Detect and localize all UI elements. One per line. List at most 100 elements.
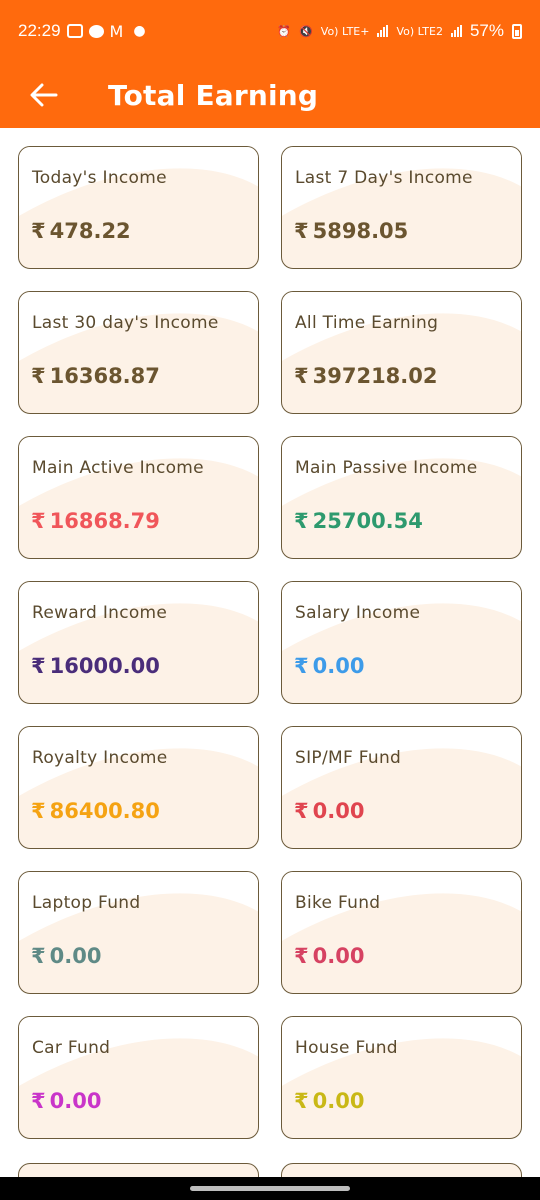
card-wave-decoration: [282, 147, 521, 216]
income-card-value: ₹0.00: [31, 944, 101, 968]
rupee-icon: ₹: [294, 799, 309, 823]
income-amount: 86400.80: [49, 799, 160, 823]
network-2-label: Vo) LTE2: [396, 24, 443, 38]
income-card-value: ₹25700.54: [294, 509, 423, 533]
rupee-icon: ₹: [31, 799, 46, 823]
battery-icon: [512, 23, 522, 39]
income-card[interactable]: Salary Income ₹0.00: [281, 581, 522, 704]
income-card[interactable]: Main Active Income ₹16868.79: [18, 436, 259, 559]
income-card-value: ₹397218.02: [294, 364, 438, 388]
rupee-icon: ₹: [294, 944, 309, 968]
rupee-icon: ₹: [294, 219, 309, 243]
rupee-icon: ₹: [31, 509, 46, 533]
battery-percent: 57%: [469, 21, 504, 40]
network-1-label: Vo) LTE+: [320, 24, 370, 38]
income-card[interactable]: Laptop Fund ₹0.00: [18, 871, 259, 994]
income-card-label: House Fund: [295, 1038, 398, 1058]
status-time: 22:29: [18, 21, 61, 40]
system-nav-bar: [0, 1177, 540, 1200]
card-wave-decoration: [282, 437, 521, 506]
income-card-label: All Time Earning: [295, 313, 439, 333]
income-amount: 5898.05: [312, 219, 409, 243]
income-card[interactable]: Today's Income ₹478.22: [18, 146, 259, 269]
income-card[interactable]: Royalty Income ₹86400.80: [18, 726, 259, 849]
income-card-label: Reward Income: [32, 603, 168, 623]
income-amount: 25700.54: [312, 509, 423, 533]
chat-notification-icon: [88, 24, 104, 38]
income-card[interactable]: Reward Income ₹16000.00: [18, 581, 259, 704]
mute-icon: 🔇: [299, 24, 313, 38]
income-card-value: ₹16868.79: [31, 509, 160, 533]
income-card-value: ₹0.00: [294, 944, 364, 968]
gmail-notification-icon: M: [109, 21, 124, 41]
income-amount: 0.00: [312, 944, 365, 968]
card-wave-decoration: [19, 582, 258, 651]
income-card[interactable]: Main Passive Income ₹25700.54: [281, 436, 522, 559]
income-card-label: Today's Income: [32, 168, 167, 188]
income-card-label: Laptop Fund: [32, 893, 141, 913]
rupee-icon: ₹: [294, 654, 309, 678]
status-bar: 22:29 M ● ⏰ 🔇 Vo) LTE+ Vo) LTE2 57%: [0, 0, 540, 62]
income-card-label: Bike Fund: [295, 893, 381, 913]
rupee-icon: ₹: [294, 509, 309, 533]
income-card-value: ₹5898.05: [294, 219, 408, 243]
income-card[interactable]: House Fund ₹0.00: [281, 1016, 522, 1139]
rupee-icon: ₹: [31, 944, 46, 968]
income-card-label: Last 7 Day's Income: [295, 168, 473, 188]
card-wave-decoration: [19, 147, 258, 216]
income-card-label: Last 30 day's Income: [32, 313, 219, 333]
card-wave-decoration: [282, 582, 521, 651]
income-card[interactable]: Last 7 Day's Income ₹5898.05: [281, 146, 522, 269]
income-amount: 16368.87: [49, 364, 160, 388]
home-gesture-handle[interactable]: [190, 1186, 350, 1191]
income-card-label: Royalty Income: [32, 748, 168, 768]
card-wave-decoration: [19, 437, 258, 506]
income-amount: 0.00: [312, 799, 365, 823]
gallery-notification-icon: [66, 24, 83, 38]
income-card-grid: Today's Income ₹478.22 Last 7 Day's Income…: [18, 146, 522, 1139]
back-button[interactable]: [14, 65, 74, 125]
income-card[interactable]: SIP/MF Fund ₹0.00: [281, 726, 522, 849]
income-card[interactable]: All Time Earning ₹397218.02: [281, 291, 522, 414]
income-card-value: ₹0.00: [294, 654, 364, 678]
income-amount: 0.00: [312, 654, 365, 678]
card-wave-decoration: [19, 872, 258, 941]
rupee-icon: ₹: [294, 1089, 309, 1113]
income-amount: 397218.02: [312, 364, 438, 388]
signal-2-icon: [450, 25, 462, 37]
income-card-value: ₹0.00: [294, 1089, 364, 1113]
signal-1-icon: [377, 25, 389, 37]
app-bar: Total Earning: [0, 62, 540, 128]
income-amount: 478.22: [49, 219, 131, 243]
income-card-label: Salary Income: [295, 603, 421, 623]
card-wave-decoration: [19, 727, 258, 796]
card-wave-decoration: [282, 727, 521, 796]
page-title: Total Earning: [108, 78, 319, 112]
rupee-icon: ₹: [31, 1089, 46, 1113]
income-card-label: Main Active Income: [32, 458, 204, 478]
income-card-value: ₹478.22: [31, 219, 131, 243]
income-card[interactable]: Last 30 day's Income ₹16368.87: [18, 291, 259, 414]
income-card-value: ₹86400.80: [31, 799, 160, 823]
income-card[interactable]: Bike Fund ₹0.00: [281, 871, 522, 994]
arrow-left-icon: [30, 83, 58, 107]
more-notifications-dot-icon: ●: [133, 23, 146, 39]
rupee-icon: ₹: [294, 364, 309, 388]
card-wave-decoration: [19, 292, 258, 361]
income-amount: 16868.79: [49, 509, 160, 533]
rupee-icon: ₹: [31, 364, 46, 388]
income-card-value: ₹0.00: [294, 799, 364, 823]
income-amount: 0.00: [49, 944, 102, 968]
rupee-icon: ₹: [31, 654, 46, 678]
card-wave-decoration: [19, 1017, 258, 1086]
rupee-icon: ₹: [31, 219, 46, 243]
income-card-label: Main Passive Income: [295, 458, 478, 478]
income-card[interactable]: Car Fund ₹0.00: [18, 1016, 259, 1139]
card-wave-decoration: [282, 292, 521, 361]
income-card-value: ₹0.00: [31, 1089, 101, 1113]
income-amount: 16000.00: [49, 654, 160, 678]
income-card-value: ₹16000.00: [31, 654, 160, 678]
card-wave-decoration: [282, 872, 521, 941]
card-wave-decoration: [282, 1017, 521, 1086]
income-card-label: SIP/MF Fund: [295, 748, 402, 768]
